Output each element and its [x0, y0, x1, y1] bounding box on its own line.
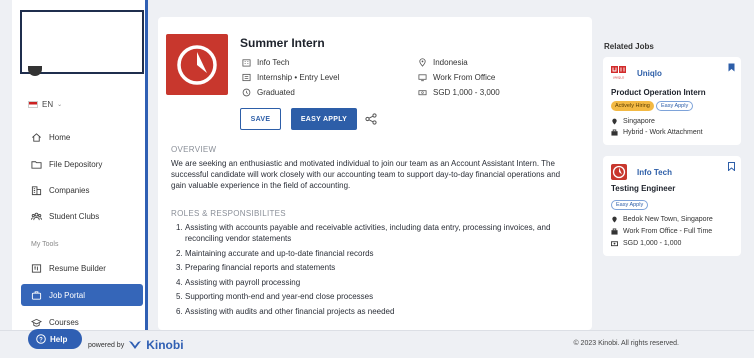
sidebar-item-resume-builder[interactable]: Resume Builder	[21, 257, 143, 279]
sidebar-item-label: Courses	[49, 317, 79, 327]
help-button[interactable]: ? Help	[28, 329, 82, 349]
briefcase-icon	[611, 228, 618, 235]
actively-hiring-badge: Actively Hiring	[611, 101, 654, 111]
sidebar-item-label: Home	[49, 132, 71, 142]
briefcase-icon	[611, 129, 618, 136]
powered-by: powered by Kinobi	[88, 338, 184, 352]
section-label-my-tools: My Tools	[31, 241, 59, 248]
job-location: Indonesia	[418, 58, 468, 67]
related-jobs-title: Related Jobs	[604, 42, 654, 51]
avatar[interactable]	[28, 66, 42, 76]
resume-icon	[31, 263, 42, 273]
list-item: 2. Maintaining accurate and up-to-date fi…	[176, 248, 374, 258]
svg-text:?: ?	[39, 337, 43, 343]
easy-apply-badge: Easy Apply	[611, 200, 649, 210]
list-item: 5. Supporting month-end and year-end clos…	[176, 292, 374, 301]
related-company-name[interactable]: Info Tech	[637, 168, 672, 177]
related-job-location: Bedok New Town, Singapore	[611, 216, 713, 223]
job-education: Graduated	[242, 88, 295, 97]
chevron-down-icon: ⌄	[57, 102, 63, 108]
question-icon: ?	[36, 334, 46, 344]
uniqlo-logo-icon: UNIQLO	[611, 66, 627, 80]
job-company: Info Tech	[242, 58, 289, 67]
related-company-name[interactable]: Uniqlo	[637, 69, 662, 78]
sidebar: EN ⌄ Home File Depository Companies Stud…	[12, 0, 148, 330]
money-icon	[418, 90, 427, 96]
list-item: 1. Assisting with accounts payable and re…	[176, 223, 551, 243]
job-title: Summer Intern	[240, 36, 325, 50]
related-job-location: Singapore	[611, 118, 655, 125]
bookmark-outline-icon[interactable]	[728, 162, 735, 171]
easy-apply-badge: Easy Apply	[656, 101, 694, 111]
location-pin-icon	[612, 216, 617, 223]
bookmark-icon[interactable]	[728, 63, 735, 72]
svg-text:UNIQLO: UNIQLO	[613, 76, 625, 80]
language-label: EN	[42, 100, 54, 109]
flag-icon	[28, 101, 38, 108]
roles-list: 1. Assisting with accounts payable and re…	[176, 222, 576, 320]
monitor-icon	[418, 74, 427, 82]
sidebar-item-home[interactable]: Home	[21, 126, 143, 148]
id-card-icon	[242, 73, 251, 82]
copyright-text: © 2023 Kinobi. All rights reserved.	[573, 340, 679, 347]
profile-box[interactable]	[20, 10, 144, 74]
location-pin-icon	[612, 118, 617, 125]
list-item: 6. Assisting with audits and other financ…	[176, 306, 395, 316]
related-job-work: Hybrid - Work Attachment	[611, 129, 703, 136]
job-work-mode: Work From Office	[418, 73, 495, 82]
related-job-title[interactable]: Product Operation Intern	[611, 88, 706, 97]
building-icon	[242, 59, 251, 67]
sidebar-item-student-clubs[interactable]: Student Clubs	[21, 205, 143, 227]
share-icon[interactable]	[365, 113, 377, 125]
sidebar-item-label: Student Clubs	[49, 211, 100, 221]
kinobi-brand[interactable]: Kinobi	[146, 338, 183, 352]
related-job-card-infotech[interactable]: Info Tech Testing Engineer Easy Apply Be…	[603, 156, 741, 256]
money-icon	[611, 241, 618, 247]
company-logo	[166, 34, 228, 95]
sidebar-item-label: Companies	[49, 185, 90, 195]
sidebar-item-label: Resume Builder	[49, 263, 106, 273]
users-icon	[31, 212, 42, 220]
related-job-work: Work From Office - Full Time	[611, 228, 712, 235]
related-job-card-uniqlo[interactable]: UNIQLO Uniqlo Product Operation Intern A…	[603, 57, 741, 145]
related-job-title[interactable]: Testing Engineer	[611, 184, 675, 193]
list-item: 3. Preparing financial reports and statem…	[176, 263, 336, 272]
graduation-cap-icon	[31, 318, 42, 326]
save-button[interactable]: SAVE	[240, 108, 281, 130]
clock-icon	[242, 88, 251, 97]
language-selector[interactable]: EN ⌄	[28, 100, 62, 109]
sidebar-item-file-depository[interactable]: File Depository	[21, 153, 143, 175]
job-type: Internship • Entry Level	[242, 73, 339, 82]
infotech-logo-icon	[177, 44, 217, 85]
infotech-logo-icon	[611, 164, 627, 180]
overview-heading: OVERVIEW	[171, 145, 217, 154]
job-salary: SGD 1,000 - 3,000	[418, 88, 500, 97]
sidebar-item-job-portal[interactable]: Job Portal	[21, 284, 143, 306]
kinobi-logo-icon	[129, 341, 142, 349]
job-detail-card: Summer Intern Info Tech Internship • Ent…	[158, 17, 592, 330]
briefcase-icon	[31, 290, 42, 300]
roles-heading: ROLES & RESPONSIBILITES	[171, 209, 286, 218]
list-item: 4. Assisting with payroll processing	[176, 277, 301, 287]
home-icon	[32, 132, 41, 142]
building-icon	[31, 185, 42, 195]
sidebar-item-companies[interactable]: Companies	[21, 179, 143, 201]
folder-icon	[31, 160, 42, 169]
overview-text: We are seeking an enthusiastic and motiv…	[171, 159, 561, 190]
easy-apply-button[interactable]: EASY APPLY	[291, 108, 357, 130]
related-job-salary: SGD 1,000 - 1,000	[611, 240, 681, 247]
sidebar-item-label: Job Portal	[49, 290, 86, 300]
location-pin-icon	[419, 58, 426, 67]
sidebar-item-label: File Depository	[49, 159, 103, 169]
